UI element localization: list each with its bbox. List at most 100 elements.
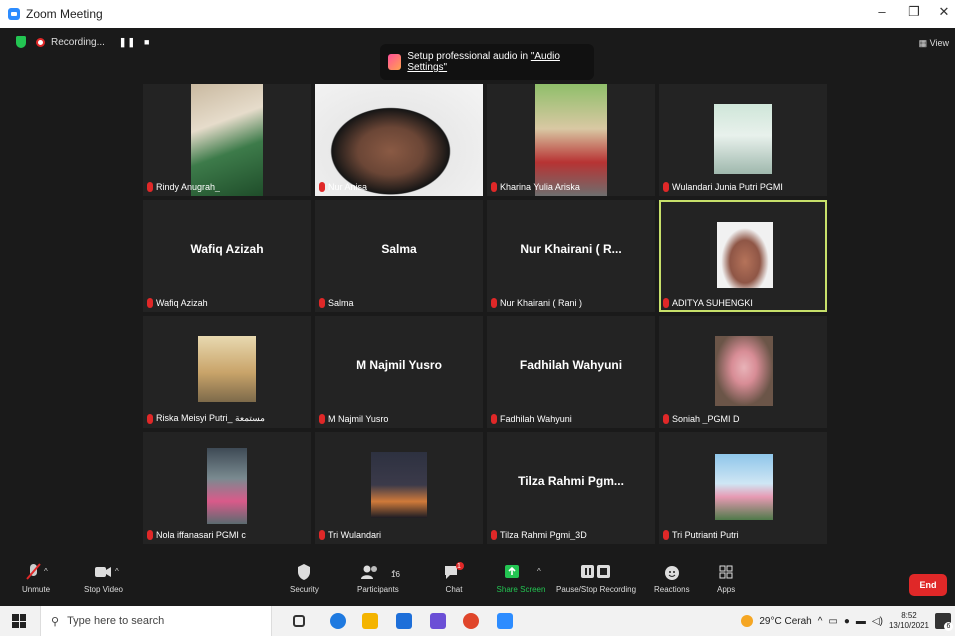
clock[interactable]: 8:52 13/10/2021 (889, 611, 929, 631)
reactions-label: Reactions (654, 585, 690, 594)
participant-name: Fadhilah Wahyuni (500, 414, 572, 424)
encryption-shield-icon[interactable] (16, 36, 26, 48)
participant-tile[interactable]: Nur Anisa (315, 84, 483, 196)
unmute-label: Unmute (22, 585, 51, 594)
security-button[interactable]: Security (290, 562, 319, 594)
participant-tile[interactable]: Tri Wulandari (315, 432, 483, 544)
participant-name-label: M Najmil Yusro (319, 414, 388, 424)
view-label: View (929, 38, 949, 48)
security-shield-icon (298, 564, 311, 580)
pause-recording-button[interactable]: ❚❚ (119, 37, 136, 48)
participant-tile[interactable]: Wulandari Junia Putri PGMI (659, 84, 827, 196)
share-screen-label: Share Screen (496, 585, 546, 594)
meeting-topbar: Recording... ❚❚ ■ (16, 36, 150, 48)
apps-button[interactable]: Apps (717, 562, 735, 594)
participant-video (714, 104, 772, 174)
svg-text:^: ^ (537, 567, 541, 576)
recording-controls-icon (581, 565, 611, 578)
participant-tile[interactable]: Kharina Yulia Ariska (487, 84, 655, 196)
notifications-icon[interactable]: 6 (935, 613, 953, 631)
participant-video (191, 84, 263, 196)
participant-display-name: Wafiq Azizah (190, 242, 264, 256)
participant-display-name: Tilza Rahmi Pgm... (518, 474, 624, 488)
taskbar-search-box[interactable]: ⚲ Type here to search (40, 606, 272, 636)
participant-tile[interactable]: Rindy Anugrah_ (143, 84, 311, 196)
recording-dot-icon (36, 37, 45, 47)
restore-button[interactable]: ❐ (902, 4, 926, 20)
zoom-taskbar-icon[interactable] (497, 613, 513, 629)
participant-name: Nur Anisa (328, 182, 368, 192)
participant-name: Tri Putrianti Putri (672, 530, 739, 540)
muted-mic-icon (663, 182, 669, 192)
window-titlebar: Zoom Meeting – ❐ ✕ (0, 0, 955, 28)
meeting-area: Recording... ❚❚ ■ ▦ View Setup professio… (0, 28, 955, 556)
chat-button[interactable]: Chat (443, 562, 465, 594)
pause-stop-recording-button[interactable]: Pause/Stop Recording (556, 562, 636, 594)
microphone-tray-icon[interactable]: ● (844, 616, 850, 627)
participant-display-name: Salma (381, 242, 417, 256)
stop-video-button[interactable]: ^ Stop Video (84, 562, 123, 594)
close-button[interactable]: ✕ (932, 4, 955, 20)
notifications-count: 6 (944, 622, 953, 631)
participant-tile[interactable]: Riska Meisyi Putri_ مستمعة (143, 316, 311, 428)
notice-prefix: Setup professional audio in (407, 51, 531, 62)
participant-tile[interactable]: Fadhilah Wahyuni Fadhilah Wahyuni (487, 316, 655, 428)
participant-video (535, 84, 607, 196)
share-screen-button[interactable]: ^ Share Screen (491, 562, 551, 594)
participant-display-name: Nur Khairani ( R... (520, 242, 622, 256)
unmute-button[interactable]: ^ Unmute (22, 562, 50, 594)
audio-settings-notice[interactable]: Setup professional audio in "Audio Setti… (380, 44, 594, 80)
participant-name: Tri Wulandari (328, 530, 382, 540)
participant-name-label: Tri Wulandari (319, 530, 381, 540)
participant-tile[interactable]: Nola iffanasari PGMI c (143, 432, 311, 544)
participant-display-name: M Najmil Yusro (356, 358, 442, 372)
participant-name-label: Fadhilah Wahyuni (491, 414, 572, 424)
participant-tile[interactable]: Tilza Rahmi Pgm... Tilza Rahmi Pgmi_3D (487, 432, 655, 544)
svg-text:^: ^ (44, 567, 48, 576)
windows-taskbar: ⚲ Type here to search 29°C Cerah ^ ▭ ● ▬… (0, 606, 955, 636)
participant-tile[interactable]: M Najmil Yusro M Najmil Yusro (315, 316, 483, 428)
participant-tile[interactable]: Nur Khairani ( R... Nur Khairani ( Rani ) (487, 200, 655, 312)
participant-video (315, 84, 483, 196)
edge-browser-icon[interactable] (330, 613, 346, 629)
reactions-button[interactable]: Reactions (654, 562, 690, 594)
weather-text[interactable]: 29°C Cerah (759, 616, 811, 627)
participant-tile[interactable]: Wafiq Azizah Wafiq Azizah (143, 200, 311, 312)
search-placeholder: Type here to search (67, 615, 165, 627)
participant-name: Kharina Yulia Ariska (500, 182, 580, 192)
chrome-icon[interactable] (463, 613, 479, 629)
stop-recording-button[interactable]: ■ (144, 37, 150, 47)
participant-name: Soniah _PGMI D (672, 414, 740, 424)
participant-tile[interactable]: Salma Salma (315, 200, 483, 312)
task-view-icon[interactable] (293, 615, 305, 627)
participant-tile[interactable]: Soniah _PGMI D (659, 316, 827, 428)
participant-name-label: Nur Khairani ( Rani ) (491, 298, 582, 308)
participant-tile[interactable]: ADITYA SUHENGKI (659, 200, 827, 312)
participant-video (715, 454, 773, 520)
network-icon[interactable]: ▭ (828, 616, 837, 627)
view-button[interactable]: ▦ View (919, 38, 949, 49)
windows-start-icon[interactable] (12, 614, 26, 628)
svg-text:^: ^ (115, 567, 119, 576)
participant-name-label: Kharina Yulia Ariska (491, 182, 580, 192)
microphone-muted-icon: ^ (26, 563, 48, 580)
security-label: Security (290, 585, 319, 594)
muted-mic-icon (147, 530, 153, 540)
battery-icon[interactable]: ▬ (856, 616, 866, 627)
volume-icon[interactable]: ◁) (872, 616, 883, 627)
participant-video (715, 336, 773, 406)
meeting-toolbar: ^ Unmute ^ Stop Video Security ^ Partici… (0, 556, 955, 606)
mail-icon[interactable] (396, 613, 412, 629)
minimize-button[interactable]: – (870, 4, 894, 19)
participant-name-label: Rindy Anugrah_ (147, 182, 220, 192)
chat-label: Chat (445, 585, 463, 594)
notice-text: Setup professional audio in "Audio Setti… (407, 51, 594, 73)
photos-icon[interactable] (430, 613, 446, 629)
file-explorer-icon[interactable] (362, 613, 378, 629)
participant-name: Riska Meisyi Putri_ مستمعة (156, 413, 265, 423)
tray-chevron-icon[interactable]: ^ (818, 616, 823, 627)
muted-mic-icon (663, 298, 669, 308)
end-meeting-button[interactable]: End (909, 574, 947, 596)
participant-display-name: Fadhilah Wahyuni (519, 358, 623, 372)
participant-tile[interactable]: Tri Putrianti Putri (659, 432, 827, 544)
